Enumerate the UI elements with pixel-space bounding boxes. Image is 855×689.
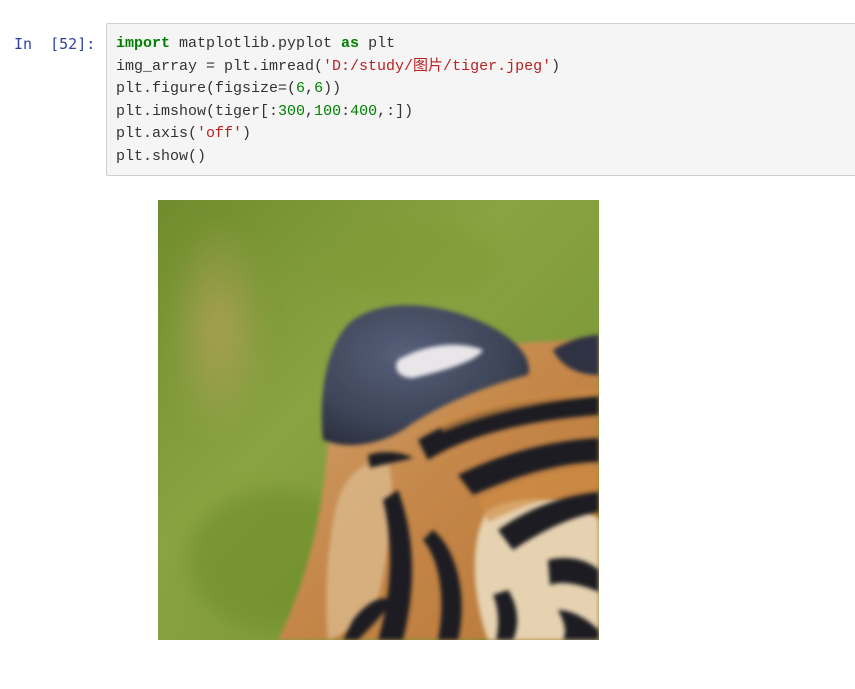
keyword-as: as bbox=[341, 35, 360, 52]
string-literal-off: 'off' bbox=[197, 125, 243, 143]
code-line-1: import matplotlib.pyplot as plt bbox=[116, 35, 395, 52]
code-token: ) bbox=[551, 57, 561, 75]
code-token: : bbox=[341, 102, 351, 120]
code-token: plt.imshow(tiger[: bbox=[116, 102, 279, 120]
code-line-3: plt.figure(figsize=(6,6)) bbox=[116, 80, 341, 97]
background-blur-blob bbox=[168, 220, 268, 440]
code-token: , bbox=[305, 80, 315, 98]
code-line-6: plt.show() bbox=[116, 148, 206, 165]
number-literal: 100 bbox=[314, 102, 342, 120]
code-line-5: plt.axis('off') bbox=[116, 125, 251, 142]
notebook-code-cell: In [52]: import matplotlib.pyplot as plt… bbox=[0, 0, 855, 689]
number-literal: 6 bbox=[296, 80, 306, 98]
module-alias: plt bbox=[359, 35, 396, 52]
code-editor[interactable]: import matplotlib.pyplot as plt img_arra… bbox=[106, 23, 855, 176]
code-token: )) bbox=[323, 80, 342, 98]
string-literal-path: 'D:/study/图片/tiger.jpeg' bbox=[323, 57, 552, 75]
tiger-output-image bbox=[158, 200, 599, 640]
code-token: ,:]) bbox=[377, 102, 414, 120]
code-token: ) bbox=[242, 125, 252, 143]
code-token: plt.figure(figsize=( bbox=[116, 80, 297, 98]
code-token: plt.show() bbox=[116, 147, 207, 165]
code-line-4: plt.imshow(tiger[:300,100:400,:]) bbox=[116, 103, 413, 120]
code-token: , bbox=[305, 102, 315, 120]
code-line-2: img_array = plt.imread('D:/study/图片/tige… bbox=[116, 58, 560, 75]
code-token: plt.axis( bbox=[116, 125, 198, 143]
number-literal: 300 bbox=[278, 102, 306, 120]
module-name: matplotlib.pyplot bbox=[170, 35, 342, 52]
keyword-import: import bbox=[116, 35, 171, 52]
number-literal: 6 bbox=[314, 80, 324, 98]
input-prompt: In [52]: bbox=[14, 35, 96, 53]
number-literal: 400 bbox=[350, 102, 378, 120]
code-token: img_array = plt.imread( bbox=[116, 57, 324, 75]
code-text[interactable]: import matplotlib.pyplot as plt img_arra… bbox=[116, 33, 560, 169]
